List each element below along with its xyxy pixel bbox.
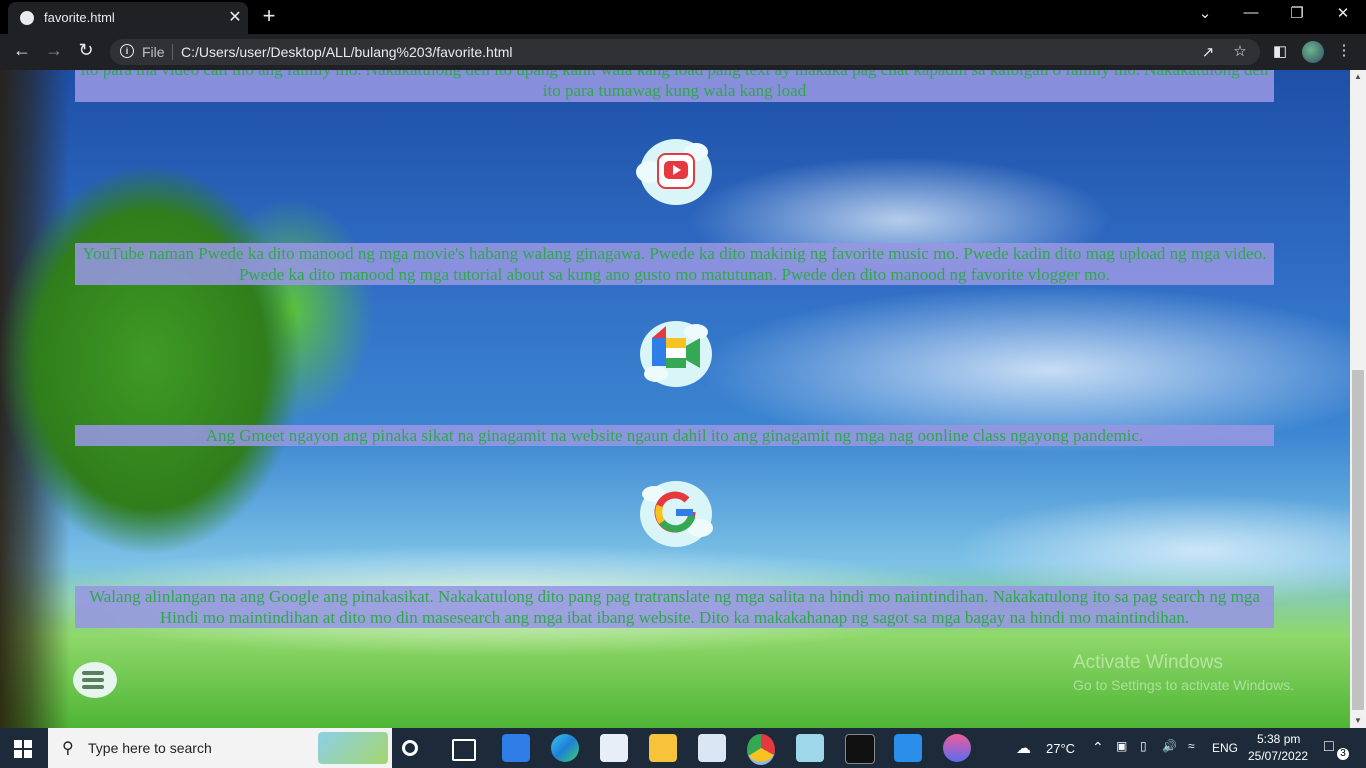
info-icon[interactable]: i	[120, 44, 134, 58]
scroll-down-icon[interactable]: ▼	[1350, 714, 1366, 728]
youtube-description: YouTube naman Pwede ka dito manood ng mg…	[75, 243, 1274, 285]
bookmark-star-icon[interactable]: ☆	[1230, 42, 1250, 60]
camera-icon[interactable]: ▣	[1116, 739, 1127, 753]
google-icon[interactable]	[634, 476, 718, 550]
share-icon[interactable]: ↗	[1198, 43, 1218, 61]
paint-3d-icon[interactable]	[943, 734, 971, 762]
battery-icon[interactable]: ▯	[1140, 739, 1147, 753]
browser-toolbar: ← → ↻ i File C:/Users/user/Desktop/ALL/b…	[0, 34, 1366, 70]
tab-close-button[interactable]: ✕	[225, 7, 245, 27]
vb-app-icon[interactable]	[600, 734, 628, 762]
windows-taskbar: ⚲ Type here to search ☁ 27°C ⌃ ▣ ▯ 🔊 ≈ E…	[0, 728, 1366, 768]
close-window-button[interactable]: ✕	[1323, 4, 1363, 22]
clock-time[interactable]: 5:38 pm	[1257, 732, 1300, 746]
wifi-icon[interactable]: ≈	[1188, 739, 1195, 753]
gmeet-description: Ang Gmeet ngayon ang pinaka sikat na gin…	[75, 425, 1274, 446]
menu-kebab-icon[interactable]: ⋮	[1334, 41, 1354, 59]
chrome-icon[interactable]	[747, 734, 775, 765]
edge-icon[interactable]	[551, 734, 579, 762]
restore-button[interactable]: ❐	[1277, 4, 1317, 22]
tab-search-dropdown-icon[interactable]: ⌄	[1185, 4, 1225, 22]
taskbar-search-box[interactable]: ⚲ Type here to search	[48, 728, 392, 768]
tab-strip: favorite.html ✕ + ⌄ — ❐ ✕	[0, 0, 1366, 34]
menu-icon[interactable]	[70, 658, 120, 702]
minimize-button[interactable]: —	[1231, 4, 1271, 21]
scroll-thumb[interactable]	[1352, 370, 1364, 710]
forward-button[interactable]: →	[42, 40, 66, 61]
activate-windows-subtitle: Go to Settings to activate Windows.	[1073, 677, 1294, 693]
globe-icon	[20, 11, 34, 25]
gmeet-icon[interactable]	[634, 316, 718, 390]
show-hidden-icons-icon[interactable]: ⌃	[1092, 739, 1104, 756]
notification-icon[interactable]: □	[1324, 738, 1334, 756]
reload-button[interactable]: ↻	[74, 40, 98, 61]
search-icon: ⚲	[62, 740, 74, 757]
tab-title: favorite.html	[44, 10, 115, 25]
divider	[172, 44, 173, 60]
side-panel-icon[interactable]: ◧	[1270, 42, 1290, 60]
page-scrollbar[interactable]: ▲ ▼	[1350, 70, 1366, 728]
new-tab-button[interactable]: +	[258, 3, 280, 29]
office-app-icon[interactable]	[698, 734, 726, 762]
messenger-description: ito para ma video call mo ang family mo.…	[75, 70, 1274, 102]
browser-tab[interactable]: favorite.html ✕	[8, 2, 248, 34]
language-indicator[interactable]: ENG	[1212, 741, 1238, 755]
search-placeholder: Type here to search	[88, 740, 212, 756]
mail-icon[interactable]	[502, 734, 530, 762]
weather-temperature[interactable]: 27°C	[1046, 741, 1075, 756]
page-viewport: ito para ma video call mo ang family mo.…	[0, 70, 1350, 728]
notification-count-badge: 3	[1337, 748, 1349, 760]
clock-date[interactable]: 25/07/2022	[1248, 749, 1308, 763]
file-explorer-icon[interactable]	[649, 734, 677, 762]
cortana-icon[interactable]	[402, 740, 418, 756]
activate-windows-title: Activate Windows	[1073, 652, 1223, 673]
search-highlight-icon	[318, 732, 388, 764]
terminal-icon[interactable]	[845, 734, 875, 764]
back-button[interactable]: ←	[10, 40, 34, 61]
weather-icon[interactable]: ☁	[1016, 739, 1031, 757]
url-text[interactable]: C:/Users/user/Desktop/ALL/bulang%203/fav…	[181, 44, 513, 60]
windows-start-icon[interactable]	[14, 740, 32, 758]
youtube-icon[interactable]	[634, 134, 718, 208]
vscode-icon[interactable]	[894, 734, 922, 762]
scheme-label: File	[142, 44, 165, 60]
volume-icon[interactable]: 🔊	[1162, 739, 1177, 753]
google-description: Walang alinlangan na ang Google ang pina…	[75, 586, 1274, 628]
profile-avatar[interactable]	[1302, 41, 1324, 63]
scroll-up-icon[interactable]: ▲	[1350, 70, 1366, 84]
notepad-icon[interactable]	[796, 734, 824, 762]
task-view-icon[interactable]	[452, 739, 476, 761]
address-bar[interactable]: i File C:/Users/user/Desktop/ALL/bulang%…	[110, 39, 1260, 65]
